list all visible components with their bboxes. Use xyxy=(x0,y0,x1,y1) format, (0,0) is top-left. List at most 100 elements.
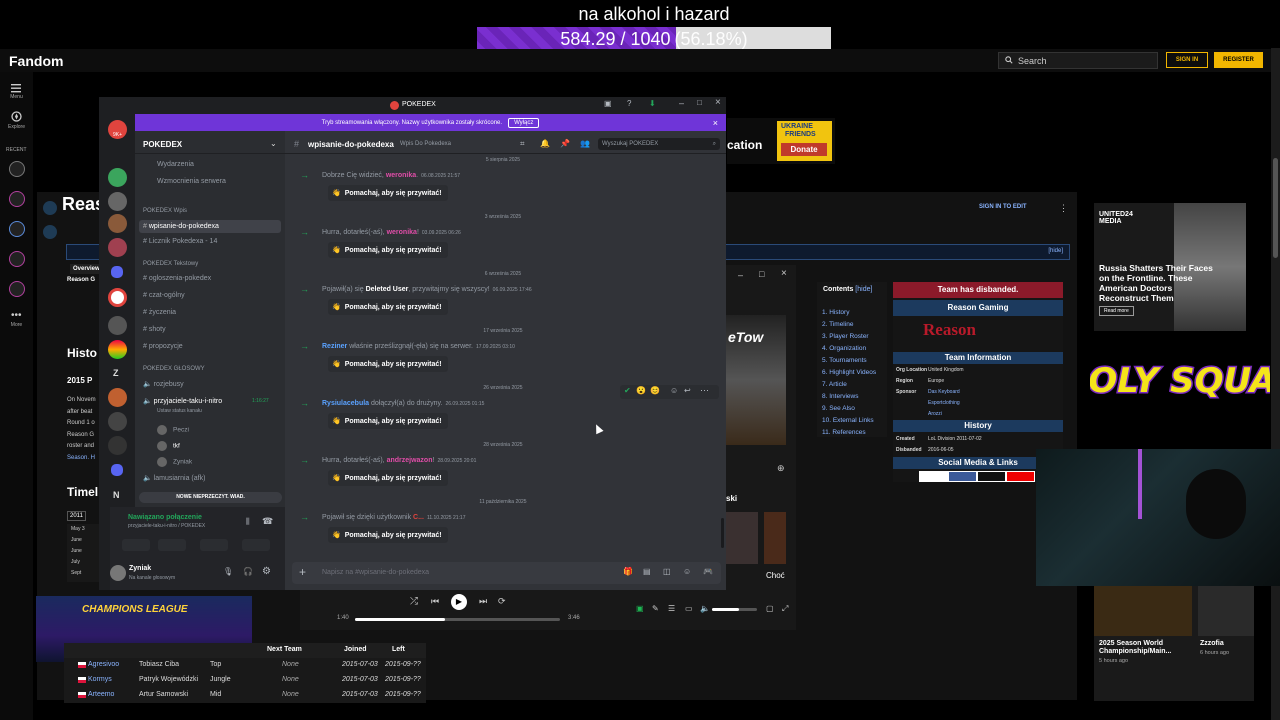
message-username[interactable]: weronika xyxy=(386,172,416,179)
text-channel[interactable]: # życzenia xyxy=(143,309,176,316)
wave-button[interactable]: 👋 Pomachaj, aby się przywitać! xyxy=(328,299,448,315)
table-cell-id[interactable]: Agresivoo xyxy=(88,661,119,668)
disable-streamer-mode-button[interactable]: Wyłącz xyxy=(508,117,540,128)
message-username[interactable]: andrzejwazon xyxy=(387,457,433,464)
server-icon[interactable] xyxy=(108,436,127,455)
add-attachment-icon[interactable]: + xyxy=(299,565,306,579)
server-icon[interactable] xyxy=(108,412,127,431)
fandom-search-input[interactable]: Search xyxy=(998,52,1158,69)
message-username[interactable]: Rysiulacebula xyxy=(322,400,369,407)
members-icon[interactable]: 👥 xyxy=(580,139,590,148)
more-options-icon[interactable]: ⋮ xyxy=(1059,203,1068,214)
voice-connection-channel[interactable]: przyjaciele-taku-i-nitro / POKEDEX xyxy=(128,523,205,529)
news-thumbnail[interactable] xyxy=(1198,586,1254,636)
gift-icon[interactable]: 🎁 xyxy=(623,567,633,576)
wave-button[interactable]: 👋 Pomachaj, aby się przywitać! xyxy=(328,413,448,429)
maximize-icon[interactable]: □ xyxy=(697,98,702,107)
wave-button[interactable]: 👋 Pomachaj, aby się przywitać! xyxy=(328,242,448,258)
close-icon[interactable]: × xyxy=(781,268,787,279)
facebook-icon[interactable] xyxy=(949,472,976,481)
pin-icon[interactable]: 📌 xyxy=(560,139,570,148)
reply-icon[interactable]: ↩ xyxy=(684,386,691,395)
page-scrollbar[interactable] xyxy=(1271,48,1280,720)
soundboard-button[interactable] xyxy=(242,539,270,551)
volume-icon[interactable]: 🔈 xyxy=(700,604,710,613)
gif-icon[interactable]: ▤ xyxy=(643,567,651,576)
toc-item[interactable]: 1. History xyxy=(822,307,876,319)
channel-licznik[interactable]: # Licznik Pokedexa - 14 xyxy=(143,238,217,245)
screen-share-button[interactable] xyxy=(158,539,186,551)
apps-icon[interactable]: 🎮 xyxy=(703,567,713,576)
recent-wiki-avatar[interactable] xyxy=(9,281,25,297)
sticker-icon[interactable]: ◫ xyxy=(663,567,671,576)
minimize-icon[interactable]: – xyxy=(738,270,743,280)
reaction-emoji-icon[interactable]: 😮 xyxy=(636,386,646,395)
voice-channel-afk[interactable]: 🔈 lamusiarnia (afk) xyxy=(143,474,205,482)
message-username[interactable]: Deleted User xyxy=(366,286,409,293)
news-title[interactable]: 2025 Season World Championship/Main... xyxy=(1099,640,1191,656)
voice-user[interactable]: Zyniak xyxy=(157,453,192,471)
website-icon[interactable] xyxy=(920,472,947,481)
text-channel[interactable]: # ogloszenia-pokedex xyxy=(143,275,211,282)
toc-item[interactable]: 9. See Also xyxy=(822,403,876,415)
text-channel[interactable]: # propozycje xyxy=(143,343,183,350)
reaction-check-icon[interactable]: ✔ xyxy=(624,386,631,395)
article-link[interactable]: Season. H xyxy=(67,453,101,465)
server-name[interactable]: POKEDEX xyxy=(143,140,182,149)
toc-item[interactable]: 8. Interviews xyxy=(822,391,876,403)
scrollbar-thumb[interactable] xyxy=(1273,158,1278,258)
events-item[interactable]: Wydarzenia xyxy=(157,161,194,168)
server-icon-letter[interactable]: N xyxy=(113,490,120,500)
fandom-logo[interactable]: Fandom xyxy=(9,53,63,69)
shuffle-icon[interactable]: ⤮ xyxy=(410,596,418,607)
server-icon[interactable] xyxy=(108,192,127,211)
toc-hide-link[interactable]: [hide] xyxy=(855,286,872,293)
threads-icon[interactable]: ⌗ xyxy=(520,139,525,149)
category-tekstowy[interactable]: POKEDEX Tekstowy xyxy=(143,261,198,267)
news-thumbnail[interactable] xyxy=(1094,586,1192,636)
server-icon[interactable] xyxy=(108,214,127,233)
recent-wiki-avatar[interactable] xyxy=(9,191,25,207)
avatar[interactable] xyxy=(110,565,126,581)
server-icon[interactable] xyxy=(108,238,127,257)
message-username[interactable]: weronika xyxy=(387,229,417,236)
ad-united24[interactable]: UNITED24 MEDIA Russia Shatters Their Fac… xyxy=(1094,203,1246,331)
toc-item[interactable]: 11. References xyxy=(822,427,876,439)
message-username[interactable]: C... xyxy=(413,514,424,521)
table-cell-id[interactable]: Arteemo xyxy=(88,691,114,698)
ad-read-more-button[interactable]: Read more xyxy=(1099,306,1134,316)
more-icon[interactable]: ••• xyxy=(11,310,22,321)
close-icon[interactable]: × xyxy=(713,118,718,128)
inbox-icon[interactable]: ▣ xyxy=(604,99,612,108)
tab-overview[interactable]: Overview xyxy=(70,264,103,274)
toc-toggle-icon[interactable] xyxy=(43,201,57,215)
emoji-icon[interactable]: ☺ xyxy=(683,567,691,576)
channel-topic[interactable]: Wpis Do Pokedexa xyxy=(400,141,451,147)
recent-wiki-avatar[interactable] xyxy=(9,221,25,237)
chat-scrollbar-thumb[interactable] xyxy=(721,518,724,548)
repeat-icon[interactable]: ⟳ xyxy=(498,596,506,607)
register-button[interactable]: REGISTER xyxy=(1214,52,1263,68)
close-icon[interactable]: × xyxy=(715,97,721,108)
reaction-emoji-icon[interactable]: 😊 xyxy=(650,386,660,395)
toc-item[interactable]: 3. Player Roster xyxy=(822,331,876,343)
minimize-icon[interactable]: – xyxy=(679,98,684,108)
microphone-icon[interactable]: 🎙 xyxy=(223,567,233,576)
disconnect-icon[interactable]: ☎ xyxy=(262,516,273,527)
fullscreen-icon[interactable]: ⤢ xyxy=(782,604,788,614)
track-thumbnail[interactable] xyxy=(726,512,758,564)
folder-icon[interactable] xyxy=(111,266,123,278)
sign-in-to-edit-link[interactable]: SIGN IN TO EDIT xyxy=(979,204,1027,210)
toc-item[interactable]: 6. Highlight Videos xyxy=(822,367,876,379)
chevron-down-icon[interactable]: ⌄ xyxy=(270,139,277,148)
wave-button[interactable]: 👋 Pomachaj, aby się przywitać! xyxy=(328,470,448,486)
miniplayer-icon[interactable]: ▢ xyxy=(766,604,774,613)
voice-channel-rozjebusy[interactable]: 🔈 rozjebusy xyxy=(143,380,184,388)
volume-slider[interactable] xyxy=(712,608,757,611)
message-username[interactable]: Reziner xyxy=(322,343,347,350)
toc-item[interactable]: 5. Tournaments xyxy=(822,355,876,367)
navbox-hide-link[interactable]: [hide] xyxy=(1048,248,1063,254)
queue-icon[interactable]: ☰ xyxy=(668,604,675,613)
table-cell-id[interactable]: Kormys xyxy=(88,676,112,683)
tab-reason[interactable]: Reason G xyxy=(67,277,95,283)
